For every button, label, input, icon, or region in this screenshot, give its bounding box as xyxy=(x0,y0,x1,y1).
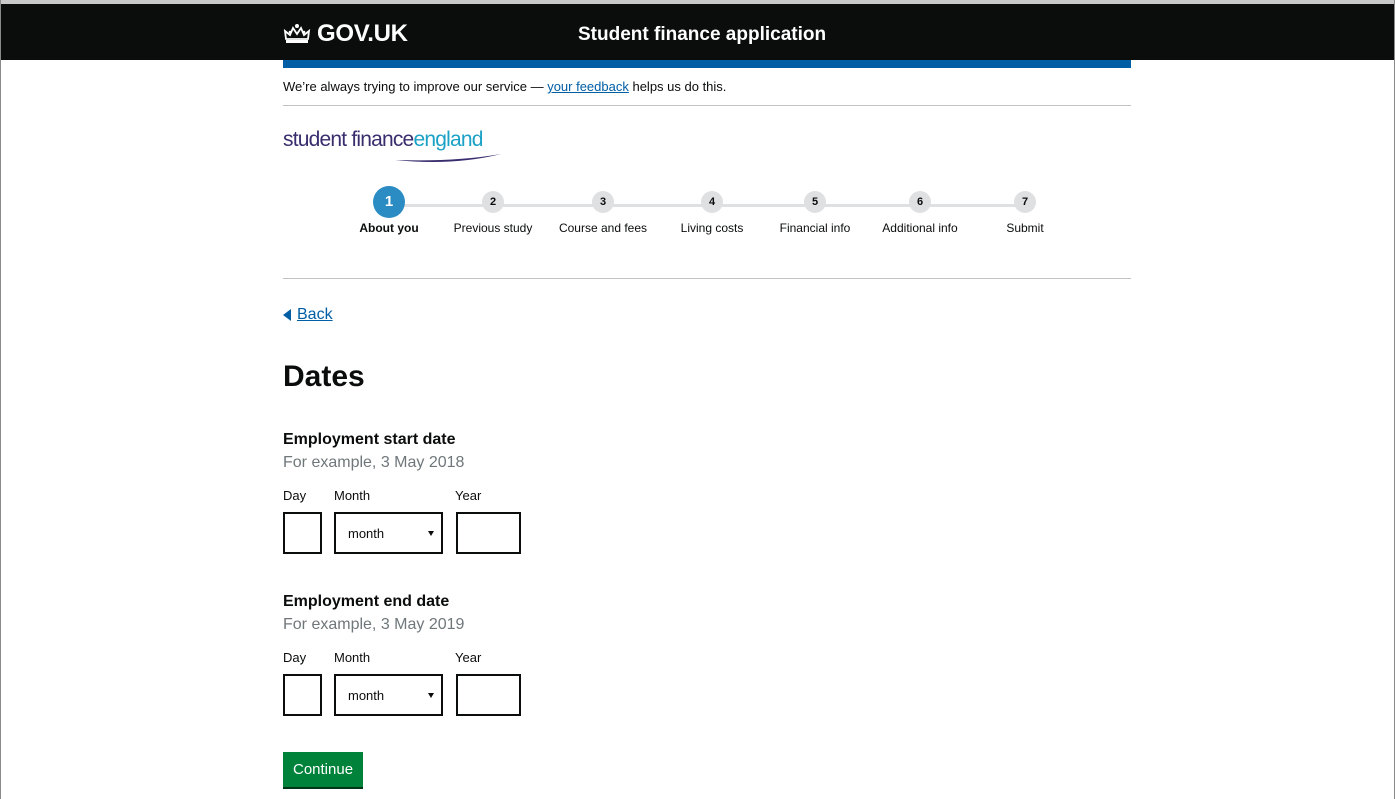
student-finance-england-logo: student financeengland xyxy=(283,128,1131,168)
end-date-hint: For example, 3 May 2019 xyxy=(283,616,465,633)
step-financial-info: 5 Financial info xyxy=(755,191,875,235)
dropdown-caret-icon xyxy=(428,531,434,536)
step-label: Course and fees xyxy=(558,221,648,235)
step-about-you: 1 About you xyxy=(329,186,449,235)
end-date-legend: Employment end date xyxy=(283,593,450,610)
progress-stepper: 1 About you 2 Previous study 3 Course an… xyxy=(283,168,1131,279)
service-name[interactable]: Student finance application xyxy=(578,24,826,46)
start-month-value: month xyxy=(348,525,385,541)
end-year-label: Year xyxy=(455,650,482,665)
step-submit: 7 Submit xyxy=(965,191,1085,235)
start-day-input[interactable] xyxy=(283,512,322,554)
end-month-select[interactable]: month xyxy=(334,674,443,716)
step-label: About you xyxy=(359,221,419,235)
step-number: 7 xyxy=(1014,191,1036,213)
logo-text: GOV.UK xyxy=(317,20,408,47)
feedback-suffix: helps us do this. xyxy=(628,79,727,94)
govuk-logo[interactable]: GOV.UK xyxy=(283,20,408,48)
crown-icon xyxy=(283,24,311,43)
step-number: 6 xyxy=(909,191,931,213)
back-link-label: Back xyxy=(297,306,333,323)
end-year-input[interactable] xyxy=(456,674,521,716)
feedback-prefix: We’re always trying to improve our servi… xyxy=(283,79,548,94)
start-year-label: Year xyxy=(455,488,482,503)
end-date-group: Employment end date For example, 3 May 2… xyxy=(283,592,521,716)
dropdown-caret-icon xyxy=(428,693,434,698)
start-date-fields: Day Month Year month xyxy=(283,482,521,554)
start-date-hint: For example, 3 May 2018 xyxy=(283,454,465,471)
start-month-select[interactable]: month xyxy=(334,512,443,554)
main-container: We’re always trying to improve our servi… xyxy=(283,68,1131,787)
start-month-label: Month xyxy=(334,488,371,503)
step-course-and-fees: 3 Course and fees xyxy=(543,191,663,235)
browser-page: GOV.UK Student finance application We’re… xyxy=(0,0,1395,799)
page-title: Dates xyxy=(283,360,365,393)
govuk-header: GOV.UK Student finance application xyxy=(1,0,1394,60)
step-number: 2 xyxy=(482,191,504,213)
end-day-label: Day xyxy=(283,650,307,665)
back-link[interactable]: Back xyxy=(283,306,333,324)
end-date-fields: Day Month Year month xyxy=(283,644,521,716)
start-date-legend: Employment start date xyxy=(283,431,456,448)
back-arrow-icon xyxy=(283,309,291,321)
step-label: Previous study xyxy=(453,221,533,235)
step-previous-study: 2 Previous study xyxy=(433,191,553,235)
step-label: Living costs xyxy=(680,221,744,235)
continue-button[interactable]: Continue xyxy=(283,752,364,787)
step-label: Financial info xyxy=(779,221,851,235)
start-day-label: Day xyxy=(283,488,307,503)
feedback-banner: We’re always trying to improve our servi… xyxy=(283,68,1131,106)
end-month-label: Month xyxy=(334,650,371,665)
step-label: Additional info xyxy=(882,221,958,235)
end-month-value: month xyxy=(348,687,385,703)
start-year-input[interactable] xyxy=(456,512,521,554)
end-day-input[interactable] xyxy=(283,674,322,716)
start-date-group: Employment start date For example, 3 May… xyxy=(283,430,521,554)
step-number: 1 xyxy=(373,186,405,218)
step-number: 5 xyxy=(804,191,826,213)
step-label: Submit xyxy=(1006,221,1044,235)
step-living-costs: 4 Living costs xyxy=(652,191,772,235)
step-number: 3 xyxy=(592,191,614,213)
header-blue-bar xyxy=(283,60,1131,68)
step-number: 4 xyxy=(701,191,723,213)
step-additional-info: 6 Additional info xyxy=(860,191,980,235)
header-inner: GOV.UK Student finance application xyxy=(283,4,1131,60)
swoosh-icon xyxy=(395,154,501,162)
feedback-link[interactable]: your feedback xyxy=(547,79,629,94)
